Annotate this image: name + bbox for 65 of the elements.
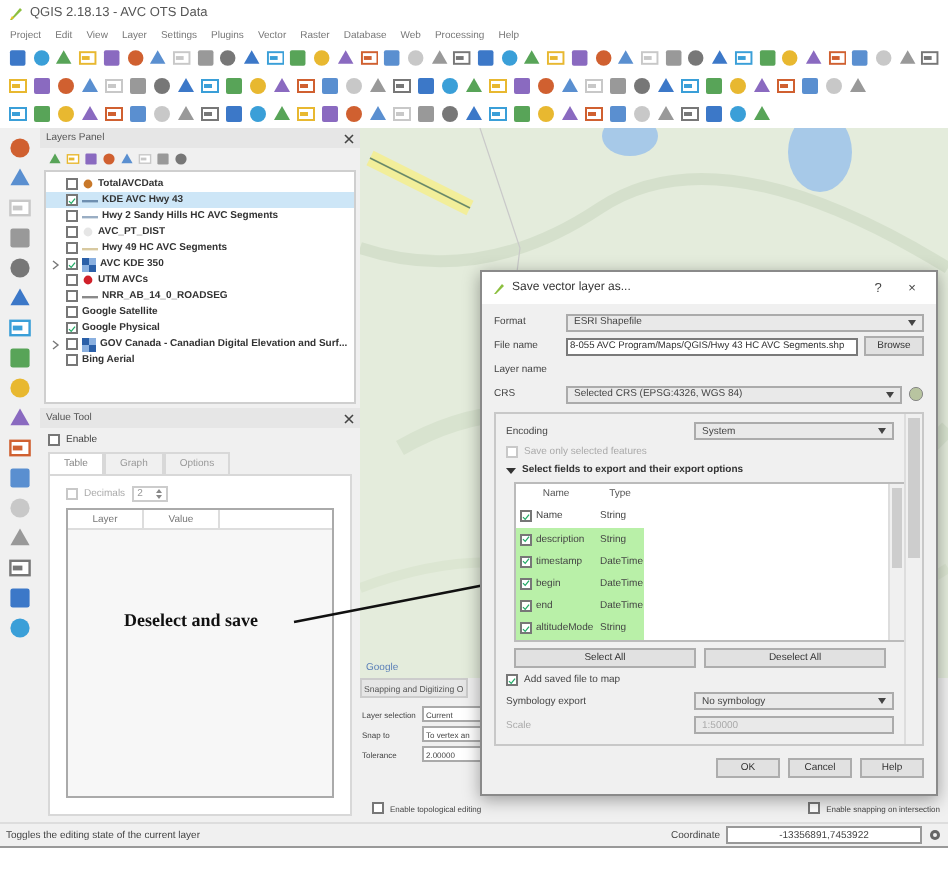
tool-icon[interactable] bbox=[850, 48, 871, 68]
checkbox[interactable] bbox=[66, 274, 78, 286]
close-icon[interactable] bbox=[344, 413, 354, 423]
tool-icon[interactable] bbox=[8, 286, 32, 310]
tool-icon[interactable] bbox=[8, 556, 32, 580]
raster-symbol-icon bbox=[82, 337, 96, 351]
tool-icon[interactable] bbox=[101, 48, 122, 68]
tool-icon[interactable] bbox=[8, 346, 32, 370]
tool-icon[interactable] bbox=[8, 436, 32, 460]
close-icon[interactable] bbox=[344, 133, 354, 143]
checkbox[interactable] bbox=[66, 306, 78, 318]
scrollbar[interactable] bbox=[904, 414, 922, 744]
tool-icon[interactable] bbox=[8, 256, 32, 280]
tool-icon[interactable] bbox=[218, 48, 239, 68]
pencil-icon bbox=[492, 281, 506, 295]
checkbox[interactable] bbox=[48, 434, 60, 446]
tool-icon[interactable] bbox=[803, 48, 824, 68]
checkbox[interactable] bbox=[808, 802, 821, 814]
tool-icon[interactable] bbox=[686, 48, 707, 68]
tool-icon[interactable] bbox=[8, 226, 32, 250]
tool-icon[interactable] bbox=[8, 586, 32, 610]
checkbox[interactable] bbox=[520, 622, 532, 635]
caret-icon bbox=[886, 391, 894, 397]
scrollbar[interactable] bbox=[888, 484, 904, 640]
checkbox[interactable] bbox=[66, 226, 78, 238]
gear-icon[interactable] bbox=[928, 828, 942, 842]
tool-icon[interactable] bbox=[8, 466, 32, 490]
caret-icon bbox=[878, 428, 886, 434]
checkbox[interactable] bbox=[66, 290, 78, 302]
collapse-triangle-icon[interactable] bbox=[506, 465, 516, 475]
tool-icon[interactable] bbox=[8, 136, 32, 160]
tool-icon[interactable] bbox=[8, 166, 32, 190]
spin-arrows-icon[interactable] bbox=[155, 488, 162, 500]
checkbox[interactable] bbox=[66, 258, 78, 270]
tool-icon[interactable] bbox=[920, 48, 941, 68]
tool-icon[interactable] bbox=[8, 316, 32, 340]
caret-icon bbox=[878, 698, 886, 704]
checkbox[interactable] bbox=[520, 510, 532, 523]
tool-icon[interactable] bbox=[522, 48, 543, 68]
tool-icon[interactable] bbox=[288, 48, 309, 68]
tool-icon[interactable] bbox=[8, 526, 32, 550]
checkbox[interactable] bbox=[66, 322, 78, 334]
checkbox[interactable] bbox=[520, 577, 532, 590]
checkbox[interactable] bbox=[66, 338, 78, 350]
checkbox[interactable] bbox=[66, 194, 78, 206]
checkbox[interactable] bbox=[66, 178, 78, 190]
checkbox[interactable] bbox=[66, 242, 78, 254]
checkbox[interactable] bbox=[372, 802, 384, 814]
tool-icon[interactable] bbox=[54, 48, 75, 68]
tool-icon[interactable] bbox=[569, 48, 590, 68]
checkbox[interactable] bbox=[66, 354, 78, 366]
raster-symbol-icon bbox=[82, 257, 96, 271]
tool-icon[interactable] bbox=[8, 406, 32, 430]
checkbox[interactable] bbox=[506, 674, 518, 686]
checkbox[interactable] bbox=[66, 210, 78, 222]
checkbox[interactable] bbox=[520, 555, 532, 568]
annotation-text: Deselect and save bbox=[124, 610, 258, 630]
checkbox[interactable] bbox=[520, 600, 532, 613]
checkbox[interactable] bbox=[520, 533, 532, 546]
tool-icon[interactable] bbox=[335, 48, 356, 68]
tool-icon[interactable] bbox=[8, 616, 32, 640]
globe-icon[interactable] bbox=[908, 386, 924, 402]
caret-icon bbox=[908, 319, 916, 325]
app-logo-icon bbox=[8, 5, 24, 21]
tool-icon[interactable] bbox=[452, 48, 473, 68]
